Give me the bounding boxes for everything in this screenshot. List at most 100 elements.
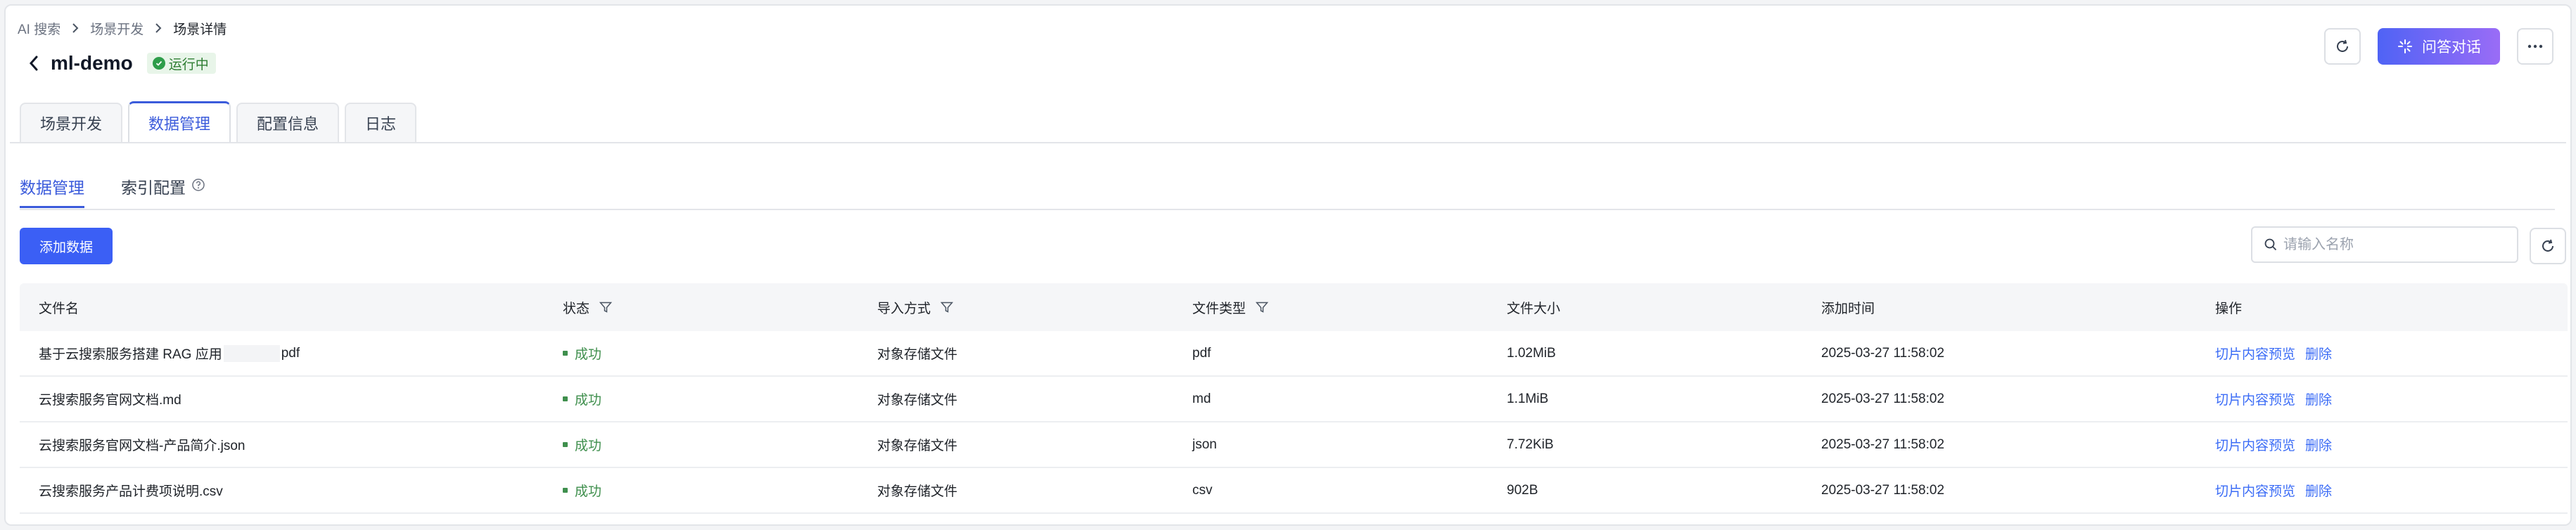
table-row: 云搜索服务官网文档-产品简介.json 成功 对象存储文件 json 7.72K… bbox=[20, 422, 2568, 468]
table-row: 云搜索服务官网文档.md 成功 对象存储文件 md 1.1MiB 2025-03… bbox=[20, 377, 2568, 422]
cell-filesize: 1.1MiB bbox=[1507, 391, 1549, 406]
status-text: 成功 bbox=[575, 439, 602, 453]
tab-config-info[interactable]: 配置信息 bbox=[236, 103, 340, 142]
cell-filename: 云搜索服务官网文档-产品简介.json bbox=[39, 439, 246, 453]
status-dot-icon bbox=[563, 396, 568, 401]
breadcrumb-item-current: 场景详情 bbox=[173, 22, 227, 37]
preview-chunks-link[interactable]: 切片内容预览 bbox=[2215, 389, 2295, 408]
more-icon bbox=[2527, 44, 2543, 49]
table-row: 云搜索服务产品计费项说明.csv 成功 对象存储文件 csv 902B 2025… bbox=[20, 468, 2568, 514]
preview-chunks-link[interactable]: 切片内容预览 bbox=[2215, 481, 2295, 500]
title-row: ml-demo 运行中 bbox=[24, 49, 216, 77]
cell-filename: 云搜索服务产品计费项说明.csv bbox=[39, 484, 223, 499]
refresh-button[interactable] bbox=[2324, 28, 2361, 65]
breadcrumb-item-scene-dev[interactable]: 场景开发 bbox=[90, 19, 144, 38]
search-icon bbox=[2264, 238, 2277, 251]
chevron-right-icon bbox=[72, 23, 79, 33]
filename-prefix: 基于云搜索服务搭建 RAG 应用 bbox=[39, 347, 222, 362]
delete-link[interactable]: 删除 bbox=[2305, 389, 2332, 408]
cell-status: 成功 bbox=[563, 435, 601, 454]
column-header-actions: 操作 bbox=[2215, 301, 2243, 316]
sparkle-icon bbox=[2398, 39, 2412, 53]
add-data-button[interactable]: 添加数据 bbox=[20, 228, 113, 264]
delete-link[interactable]: 删除 bbox=[2305, 435, 2332, 454]
cell-status: 成功 bbox=[563, 481, 601, 500]
check-circle-icon bbox=[152, 57, 165, 70]
cell-filetype: csv bbox=[1192, 482, 1213, 498]
column-header-filetype-label: 文件类型 bbox=[1192, 301, 1246, 316]
cell-status: 成功 bbox=[563, 389, 601, 408]
cell-added-time: 2025-03-27 11:58:02 bbox=[1821, 391, 1945, 406]
tab-data-management[interactable]: 数据管理 bbox=[128, 101, 231, 142]
top-actions: 问答对话 bbox=[2324, 28, 2553, 65]
tab-scene-dev[interactable]: 场景开发 bbox=[20, 103, 123, 142]
status-text: 运行中 bbox=[168, 57, 209, 72]
sub-tabs-divider bbox=[20, 209, 2555, 210]
cell-filename: 云搜索服务官网文档.md bbox=[39, 393, 181, 408]
column-header-status: 状态 bbox=[563, 298, 613, 317]
page-frame: AI 搜索 场景开发 场景详情 ml-demo 运行中 问答对话 场景开发 数据… bbox=[4, 4, 2572, 526]
status-dot-icon bbox=[563, 351, 568, 356]
cell-actions: 切片内容预览 删除 bbox=[2215, 389, 2332, 408]
cell-filetype: json bbox=[1192, 437, 1217, 452]
more-button[interactable] bbox=[2517, 28, 2553, 65]
cell-filetype: pdf bbox=[1192, 345, 1211, 361]
cell-import: 对象存储文件 bbox=[877, 439, 958, 453]
main-tabs: 场景开发 数据管理 配置信息 日志 bbox=[20, 101, 417, 142]
main-tabs-divider bbox=[10, 142, 2566, 143]
delete-link[interactable]: 删除 bbox=[2305, 344, 2332, 363]
table-refresh-button[interactable] bbox=[2530, 228, 2566, 264]
cell-import: 对象存储文件 bbox=[877, 393, 958, 408]
data-table: 文件名 状态 导入方式 文件类型 文件大小 添加时间 操作 基于云搜索服务搭建 … bbox=[20, 283, 2568, 514]
page-title: ml-demo bbox=[51, 52, 133, 74]
cell-added-time: 2025-03-27 11:58:02 bbox=[1821, 482, 1945, 498]
filter-icon[interactable] bbox=[1256, 302, 1269, 313]
qa-chat-label: 问答对话 bbox=[2422, 39, 2481, 56]
sub-tabs: 数据管理 索引配置 bbox=[20, 174, 205, 208]
cell-filesize: 7.72KiB bbox=[1507, 437, 1554, 452]
subtab-data-management[interactable]: 数据管理 bbox=[20, 174, 84, 208]
refresh-icon bbox=[2337, 39, 2348, 52]
status-badge: 运行中 bbox=[146, 53, 216, 74]
column-header-status-label: 状态 bbox=[563, 301, 590, 316]
redacted-text bbox=[223, 344, 280, 362]
cell-status: 成功 bbox=[563, 344, 601, 363]
subtab-data-management-label: 数据管理 bbox=[20, 179, 84, 197]
filename-suffix: pdf bbox=[281, 345, 300, 361]
status-text: 成功 bbox=[575, 393, 602, 408]
chevron-right-icon bbox=[155, 23, 162, 33]
cell-import: 对象存储文件 bbox=[877, 484, 958, 499]
breadcrumb-item-ai-search[interactable]: AI 搜索 bbox=[18, 19, 60, 38]
delete-link[interactable]: 删除 bbox=[2305, 481, 2332, 500]
back-arrow-icon[interactable] bbox=[24, 52, 44, 75]
filter-icon[interactable] bbox=[941, 302, 954, 313]
search-box bbox=[2251, 226, 2518, 263]
table-header: 文件名 状态 导入方式 文件类型 文件大小 添加时间 操作 bbox=[20, 283, 2568, 331]
column-header-added-time: 添加时间 bbox=[1821, 301, 1875, 316]
subtab-index-config[interactable]: 索引配置 bbox=[121, 174, 205, 208]
cell-filesize: 1.02MiB bbox=[1507, 345, 1556, 361]
refresh-icon bbox=[2542, 239, 2553, 252]
search-input[interactable] bbox=[2283, 236, 2508, 253]
breadcrumb: AI 搜索 场景开发 场景详情 bbox=[18, 20, 227, 37]
tab-logs[interactable]: 日志 bbox=[345, 103, 417, 142]
cell-added-time: 2025-03-27 11:58:02 bbox=[1821, 345, 1945, 361]
help-circle-icon[interactable] bbox=[191, 177, 205, 196]
preview-chunks-link[interactable]: 切片内容预览 bbox=[2215, 344, 2295, 363]
status-dot-icon bbox=[563, 488, 568, 493]
cell-actions: 切片内容预览 删除 bbox=[2215, 344, 2332, 363]
cell-import: 对象存储文件 bbox=[877, 347, 958, 362]
qa-chat-button[interactable]: 问答对话 bbox=[2378, 28, 2500, 65]
cell-added-time: 2025-03-27 11:58:02 bbox=[1821, 437, 1945, 452]
cell-actions: 切片内容预览 删除 bbox=[2215, 481, 2332, 500]
preview-chunks-link[interactable]: 切片内容预览 bbox=[2215, 435, 2295, 454]
cell-filename: 基于云搜索服务搭建 RAG 应用 pdf bbox=[39, 344, 300, 363]
table-row: 基于云搜索服务搭建 RAG 应用 pdf 成功 对象存储文件 pdf 1.02M… bbox=[20, 331, 2568, 377]
status-dot-icon bbox=[563, 442, 568, 447]
cell-actions: 切片内容预览 删除 bbox=[2215, 435, 2332, 454]
column-header-filesize: 文件大小 bbox=[1507, 301, 1561, 316]
cell-filesize: 902B bbox=[1507, 482, 1538, 498]
column-header-filetype: 文件类型 bbox=[1192, 298, 1269, 317]
cell-filetype: md bbox=[1192, 391, 1211, 406]
filter-icon[interactable] bbox=[599, 302, 613, 313]
